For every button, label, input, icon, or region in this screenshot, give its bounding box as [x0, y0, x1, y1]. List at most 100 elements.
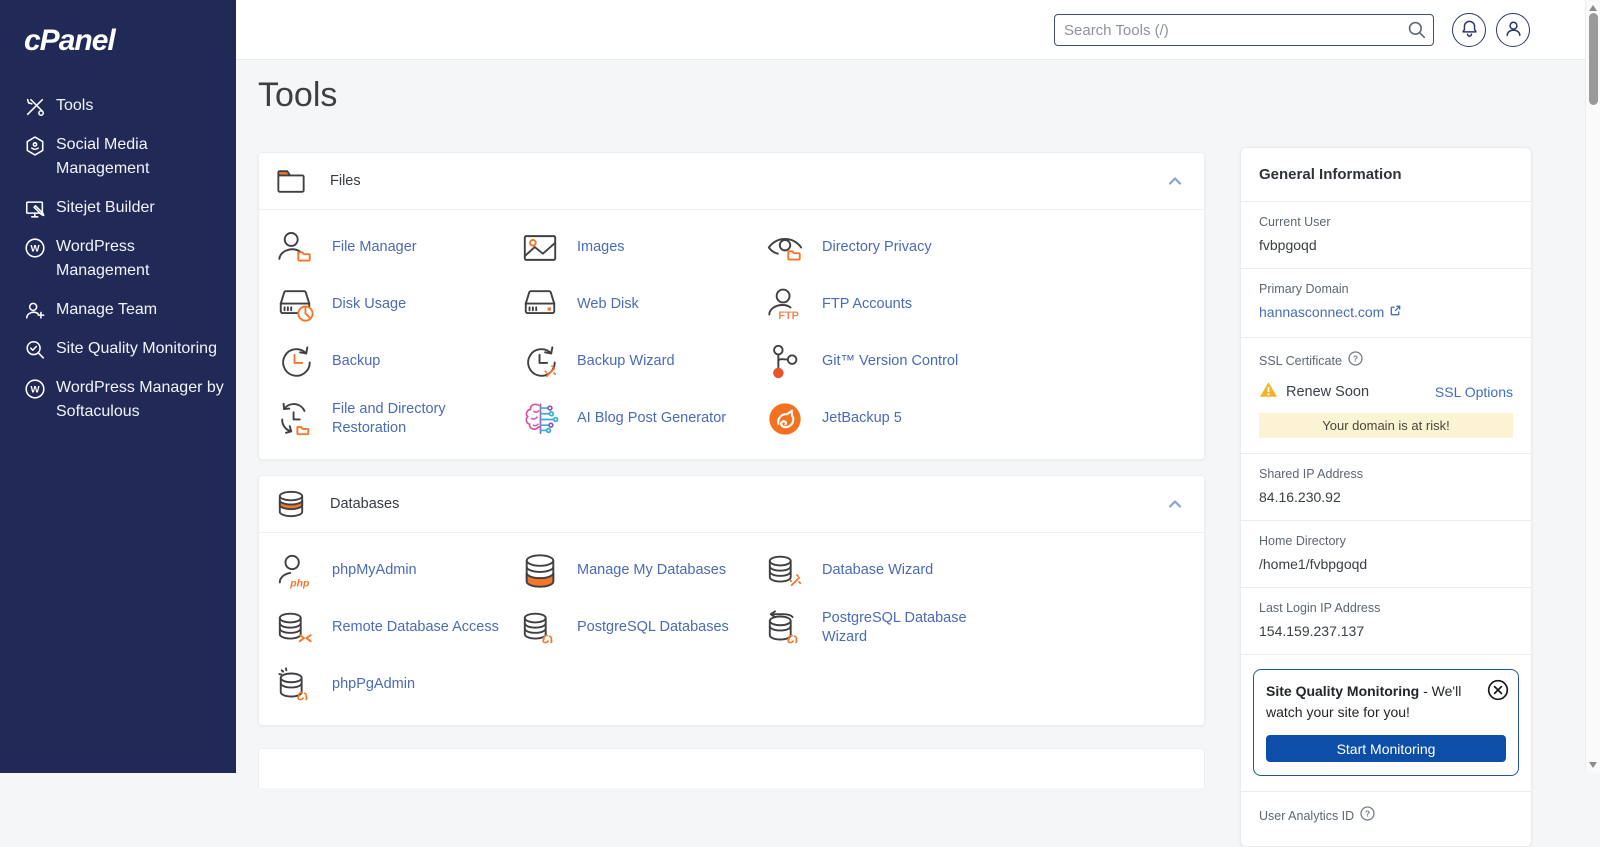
section-header-databases[interactable]: Databases — [259, 476, 1204, 533]
main-content: FilesFile ManagerImagesDirectory Privacy… — [258, 152, 1205, 788]
tool-item-postgresql-databases[interactable]: PostgreSQL Databases — [521, 599, 766, 656]
section-header-files[interactable]: Files — [259, 153, 1204, 210]
sidebar-item-social-media-management[interactable]: Social Media Management — [0, 133, 236, 181]
manage-team-icon — [24, 300, 46, 322]
user-account-button[interactable] — [1496, 13, 1530, 47]
tool-item-jetbackup-5[interactable]: JetBackup 5 — [766, 390, 1194, 447]
backup-icon — [276, 343, 314, 381]
info-row-shared-ip-address: Shared IP Address84.16.230.92 — [1241, 454, 1531, 521]
user-analytics-row: User Analytics ID ? — [1241, 792, 1531, 840]
info-row-current-user: Current Userfvbpgoqd — [1241, 202, 1531, 269]
svg-text:W: W — [30, 243, 40, 254]
sidebar-item-manage-team[interactable]: Manage Team — [0, 298, 236, 322]
primary-domain-link[interactable]: hannasconnect.com — [1259, 304, 1402, 320]
scrollbar-thumb[interactable] — [1589, 13, 1598, 105]
postgresql-wizard-icon — [766, 609, 804, 647]
wordpress-icon: W — [24, 237, 46, 259]
sitejet-icon — [24, 198, 46, 220]
help-circle-icon[interactable]: ? — [1348, 351, 1363, 371]
tool-item-phppgadmin[interactable]: phpPgAdmin — [276, 656, 521, 713]
jetbackup-icon — [766, 400, 804, 438]
user-analytics-label: User Analytics ID — [1259, 809, 1354, 823]
manage-databases-icon — [521, 552, 559, 590]
tool-item-ai-blog-post-generator[interactable]: AI Blog Post Generator — [521, 390, 766, 447]
sidebar-item-site-quality-monitoring[interactable]: Site Quality Monitoring — [0, 337, 236, 361]
tool-item-git-version-control[interactable]: Git™ Version Control — [766, 333, 1194, 390]
svg-text:?: ? — [1365, 809, 1370, 819]
postgresql-icon — [521, 609, 559, 647]
backup-wizard-icon — [521, 343, 559, 381]
images-icon — [521, 229, 559, 267]
database-wizard-icon — [766, 552, 804, 590]
cpanel-logo[interactable]: cPanel — [24, 24, 236, 58]
close-icon[interactable] — [1487, 679, 1509, 701]
sidebar-item-sitejet-builder[interactable]: Sitejet Builder — [0, 196, 236, 220]
user-icon — [1503, 18, 1524, 42]
tool-item-postgresql-database-wizard[interactable]: PostgreSQL Database Wizard — [766, 599, 1194, 656]
tool-item-phpmyadmin[interactable]: phpphpMyAdmin — [276, 542, 521, 599]
promo-text: Site Quality Monitoring - We'll watch yo… — [1266, 681, 1506, 723]
web-disk-icon — [521, 286, 559, 324]
general-information-panel: General Information Current Userfvbpgoqd… — [1240, 147, 1532, 847]
tool-item-manage-my-databases[interactable]: Manage My Databases — [521, 542, 766, 599]
search-input[interactable] — [1054, 14, 1434, 46]
sidebar-item-wordpress-management[interactable]: WWordPress Management — [0, 235, 236, 283]
tool-item-file-manager[interactable]: File Manager — [276, 219, 521, 276]
search-icon[interactable] — [1407, 20, 1427, 40]
external-link-icon — [1389, 304, 1402, 320]
databases-icon — [276, 490, 306, 518]
tool-item-remote-database-access[interactable]: Remote Database Access — [276, 599, 521, 656]
sidebar-item-tools[interactable]: Tools — [0, 94, 236, 118]
scroll-down-arrow[interactable] — [1589, 762, 1597, 768]
info-row-ssl-certificate: SSL Certificate?Renew SoonSSL OptionsYou… — [1241, 338, 1531, 454]
phppgadmin-icon — [276, 666, 314, 704]
tool-item-file-and-directory-restoration[interactable]: File and Directory Restoration — [276, 390, 521, 447]
social-media-icon — [24, 135, 46, 157]
ssl-status: Renew Soon — [1286, 384, 1369, 400]
sidebar: cPanel Tools Social Media Management Sitej… — [0, 0, 236, 773]
svg-text:php: php — [289, 578, 310, 589]
scroll-up-arrow[interactable] — [1589, 5, 1597, 11]
svg-text:W: W — [30, 384, 40, 395]
site-quality-promo-section: Site Quality Monitoring - We'll watch yo… — [1241, 655, 1531, 792]
info-row-last-login-ip-address: Last Login IP Address154.159.237.137 — [1241, 588, 1531, 655]
general-information-title: General Information — [1259, 166, 1513, 183]
start-monitoring-button[interactable]: Start Monitoring — [1266, 735, 1506, 762]
tool-item-web-disk[interactable]: Web Disk — [521, 276, 766, 333]
ai-brain-icon — [521, 400, 559, 438]
chevron-up-icon[interactable] — [1166, 495, 1184, 513]
site-quality-icon — [24, 339, 46, 361]
tool-item-database-wizard[interactable]: Database Wizard — [766, 542, 1194, 599]
search-box — [1054, 14, 1434, 46]
git-icon — [766, 343, 804, 381]
tool-item-directory-privacy[interactable]: Directory Privacy — [766, 219, 1194, 276]
page-title: Tools — [258, 76, 337, 115]
top-header — [236, 0, 1600, 60]
bell-icon — [1459, 18, 1480, 42]
tool-item-images[interactable]: Images — [521, 219, 766, 276]
tool-item-backup-wizard[interactable]: Backup Wizard — [521, 333, 766, 390]
sidebar-item-wordpress-manager-by-softaculous[interactable]: WWordPress Manager by Softaculous — [0, 376, 236, 424]
page-scrollbar — [1585, 0, 1600, 773]
directory-privacy-icon — [766, 229, 804, 267]
disk-usage-icon — [276, 286, 314, 324]
tool-grid: File ManagerImagesDirectory Privacy Disk … — [259, 210, 1204, 459]
next-section-card-partial — [258, 748, 1205, 788]
file-restore-icon — [276, 400, 314, 438]
notifications-button[interactable] — [1452, 13, 1486, 47]
tool-item-ftp-accounts[interactable]: FTPFTP Accounts — [766, 276, 1194, 333]
folder-icon — [276, 167, 306, 195]
warning-triangle-icon — [1259, 381, 1278, 403]
info-panel-header: General Information — [1241, 148, 1531, 202]
section-files: FilesFile ManagerImagesDirectory Privacy… — [258, 152, 1205, 460]
phpmyadmin-icon: php — [276, 552, 314, 590]
help-circle-icon[interactable]: ? — [1360, 806, 1375, 826]
site-quality-promo-card: Site Quality Monitoring - We'll watch yo… — [1253, 669, 1519, 776]
chevron-up-icon[interactable] — [1166, 172, 1184, 190]
info-row-home-directory: Home Directory/home1/fvbpgoqd — [1241, 521, 1531, 588]
ssl-options-link[interactable]: SSL Options — [1435, 384, 1513, 400]
tool-item-backup[interactable]: Backup — [276, 333, 521, 390]
ssl-warning-banner: Your domain is at risk! — [1259, 413, 1513, 438]
tool-item-disk-usage[interactable]: Disk Usage — [276, 276, 521, 333]
remote-database-icon — [276, 609, 314, 647]
